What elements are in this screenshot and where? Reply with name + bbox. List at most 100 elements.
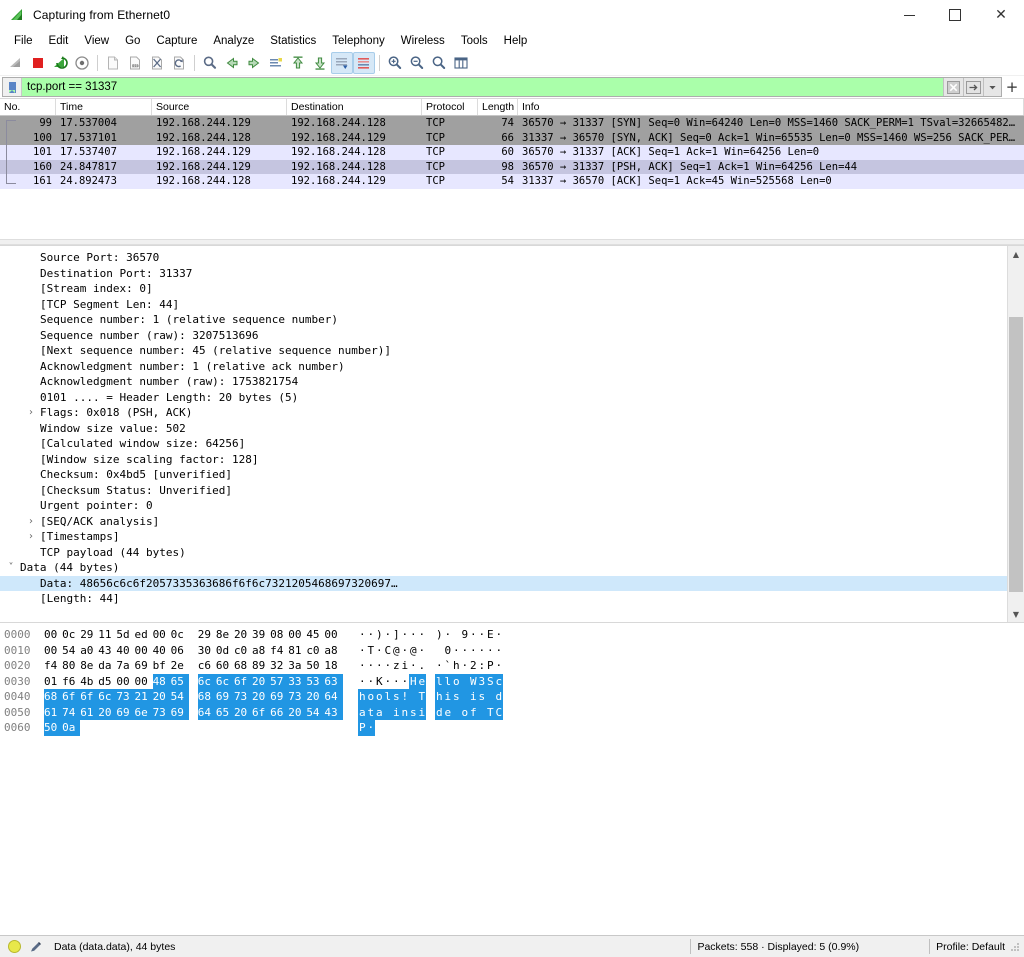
menu-item-edit[interactable]: Edit: [41, 33, 77, 49]
save-file-icon[interactable]: 010: [124, 52, 146, 74]
close-file-icon[interactable]: [146, 52, 168, 74]
hex-row[interactable]: 0020f4808eda7a69bf2ec6606889323a5018····…: [0, 658, 1024, 674]
column-header-source[interactable]: Source: [152, 99, 287, 115]
detail-tree-item[interactable]: ›Flags: 0x018 (PSH, ACK): [0, 405, 1007, 421]
menu-item-help[interactable]: Help: [496, 33, 536, 49]
detail-tree-item[interactable]: Acknowledgment number (raw): 1753821754: [0, 374, 1007, 390]
detail-tree-item[interactable]: [Next sequence number: 45 (relative sequ…: [0, 343, 1007, 359]
table-row[interactable]: 16124.892473192.168.244.128192.168.244.1…: [0, 174, 1024, 189]
resize-columns-icon[interactable]: [450, 52, 472, 74]
add-filter-button-icon[interactable]: +: [1002, 77, 1022, 96]
menu-item-statistics[interactable]: Statistics: [262, 33, 324, 49]
hex-row[interactable]: 00100054a04340004006300dc0a8f481c0a8·T·C…: [0, 643, 1024, 659]
stop-capture-icon[interactable]: [27, 52, 49, 74]
go-to-packet-icon[interactable]: [265, 52, 287, 74]
scrollbar-track[interactable]: [1008, 262, 1024, 606]
capture-options-icon[interactable]: [71, 52, 93, 74]
ascii-char: e: [444, 705, 453, 721]
scrollbar-thumb[interactable]: [1009, 317, 1023, 592]
detail-tree-item[interactable]: ˅Data (44 bytes): [0, 560, 1007, 576]
details-scrollbar[interactable]: ▲ ▼: [1007, 246, 1024, 622]
hex-row[interactable]: 003001f64bd5000048656c6c6f2057335363··K·…: [0, 674, 1024, 690]
detail-tree-item[interactable]: Urgent pointer: 0: [0, 498, 1007, 514]
column-header-protocol[interactable]: Protocol: [422, 99, 478, 115]
minimize-icon[interactable]: [886, 0, 932, 30]
hex-row[interactable]: 0060500aP·: [0, 720, 1024, 736]
detail-tree-item[interactable]: Data: 48656c6c6f2057335363686f6f6c732120…: [0, 576, 1007, 592]
detail-tree-item[interactable]: TCP payload (44 bytes): [0, 545, 1007, 561]
detail-tree-item[interactable]: Destination Port: 31337: [0, 266, 1007, 282]
go-last-packet-icon[interactable]: [309, 52, 331, 74]
search-input[interactable]: [22, 78, 943, 96]
chevron-down-icon[interactable]: ˅: [4, 560, 18, 576]
table-row[interactable]: 16024.847817192.168.244.129192.168.244.1…: [0, 160, 1024, 175]
zoom-in-icon[interactable]: [384, 52, 406, 74]
column-header-length[interactable]: Length: [478, 99, 518, 115]
menu-item-analyze[interactable]: Analyze: [205, 33, 262, 49]
detail-tree-item[interactable]: ›[Timestamps]: [0, 529, 1007, 545]
cell-protocol: TCP: [422, 161, 478, 173]
detail-tree-item[interactable]: Source Port: 36570: [0, 250, 1007, 266]
detail-tree-item[interactable]: [Length: 44]: [0, 591, 1007, 607]
detail-tree-item[interactable]: 0101 .... = Header Length: 20 bytes (5): [0, 390, 1007, 406]
detail-tree-item[interactable]: [Calculated window size: 64256]: [0, 436, 1007, 452]
resize-grip-icon: [1009, 941, 1021, 953]
detail-tree-item[interactable]: Sequence number: 1 (relative sequence nu…: [0, 312, 1007, 328]
detail-tree-item[interactable]: [TCP Segment Len: 44]: [0, 297, 1007, 313]
menu-item-go[interactable]: Go: [117, 33, 148, 49]
auto-scroll-icon[interactable]: [331, 52, 353, 74]
column-header-time[interactable]: Time: [56, 99, 152, 115]
filter-bookmark-icon[interactable]: [3, 78, 22, 96]
column-header-destination[interactable]: Destination: [287, 99, 422, 115]
table-row[interactable]: 9917.537004192.168.244.129192.168.244.12…: [0, 116, 1024, 131]
expert-info-icon[interactable]: [6, 939, 22, 955]
menu-item-wireless[interactable]: Wireless: [393, 33, 453, 49]
menu-item-file[interactable]: File: [6, 33, 41, 49]
filter-history-dropdown-icon[interactable]: [983, 78, 1001, 96]
detail-tree-item[interactable]: ›[SEQ/ACK analysis]: [0, 514, 1007, 530]
capture-file-comment-icon[interactable]: [28, 939, 44, 955]
reload-file-icon[interactable]: [168, 52, 190, 74]
chevron-right-icon[interactable]: ›: [24, 405, 38, 421]
close-icon[interactable]: ✕: [978, 0, 1024, 30]
detail-tree-item[interactable]: [Window size scaling factor: 128]: [0, 452, 1007, 468]
find-packet-icon[interactable]: [199, 52, 221, 74]
apply-filter-icon[interactable]: [963, 78, 983, 96]
detail-tree-item[interactable]: Sequence number (raw): 3207513696: [0, 328, 1007, 344]
menu-item-capture[interactable]: Capture: [148, 33, 205, 49]
colorize-packets-icon[interactable]: [353, 52, 375, 74]
clear-filter-icon[interactable]: [943, 78, 963, 96]
detail-tree-item[interactable]: Window size value: 502: [0, 421, 1007, 437]
hex-row[interactable]: 0040686f6f6c732120546869732069732064hool…: [0, 689, 1024, 705]
zoom-out-icon[interactable]: [406, 52, 428, 74]
scroll-down-icon[interactable]: ▼: [1008, 606, 1024, 622]
start-capture-icon[interactable]: [5, 52, 27, 74]
detail-tree-item[interactable]: Checksum: 0x4bd5 [unverified]: [0, 467, 1007, 483]
maximize-icon[interactable]: [932, 0, 978, 30]
column-header-info[interactable]: Info: [518, 99, 1024, 115]
packet-bytes-pane[interactable]: 0000000c29115ded000c298e203908004500··)·…: [0, 622, 1024, 935]
table-row[interactable]: 10017.537101192.168.244.128192.168.244.1…: [0, 131, 1024, 146]
detail-tree-item[interactable]: [Checksum Status: Unverified]: [0, 483, 1007, 499]
go-forward-icon[interactable]: [243, 52, 265, 74]
zoom-reset-icon[interactable]: [428, 52, 450, 74]
hex-row[interactable]: 005061746120696e73696465206f66205443ata …: [0, 705, 1024, 721]
chevron-right-icon[interactable]: ›: [24, 514, 38, 530]
open-file-icon[interactable]: [102, 52, 124, 74]
scroll-up-icon[interactable]: ▲: [1008, 246, 1024, 262]
hex-row[interactable]: 0000000c29115ded000c298e203908004500··)·…: [0, 627, 1024, 643]
ascii-char: c: [495, 674, 504, 690]
detail-tree-item[interactable]: [Stream index: 0]: [0, 281, 1007, 297]
restart-capture-icon[interactable]: [49, 52, 71, 74]
chevron-right-icon[interactable]: ›: [24, 529, 38, 545]
menu-item-tools[interactable]: Tools: [453, 33, 496, 49]
menu-item-telephony[interactable]: Telephony: [324, 33, 392, 49]
column-header-no[interactable]: No.: [0, 99, 56, 115]
menu-item-view[interactable]: View: [76, 33, 117, 49]
table-row[interactable]: 10117.537407192.168.244.129192.168.244.1…: [0, 145, 1024, 160]
detail-tree-label: Checksum: 0x4bd5 [unverified]: [38, 467, 232, 483]
detail-tree-item[interactable]: Acknowledgment number: 1 (relative ack n…: [0, 359, 1007, 375]
go-back-icon[interactable]: [221, 52, 243, 74]
go-first-packet-icon[interactable]: [287, 52, 309, 74]
ascii-char: ·: [367, 627, 376, 643]
